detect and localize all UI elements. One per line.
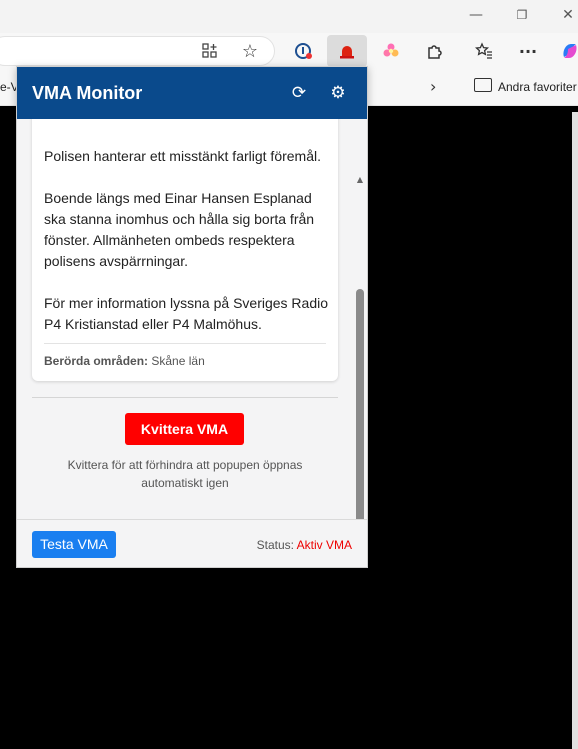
other-favorites-folder[interactable]: Andra favoriter [498,80,577,94]
extensions-puzzle-icon[interactable] [421,37,449,65]
scroll-up-arrow-icon[interactable]: ▲ [355,175,365,185]
copilot-icon[interactable] [556,37,578,65]
acknowledge-vma-button[interactable]: Kvittera VMA [125,413,244,445]
popup-header: VMA Monitor ⟳ ⚙ [17,67,367,119]
address-bar[interactable] [0,36,275,66]
folder-icon [474,78,492,92]
browser-titlebar: — ❐ ✕ [0,0,578,33]
close-icon[interactable]: ✕ [558,6,578,24]
test-vma-button[interactable]: Testa VMA [32,531,116,558]
minimize-icon[interactable]: — [466,6,486,24]
page-scrollbar[interactable] [572,112,578,749]
restore-icon[interactable]: ❐ [512,6,532,24]
message-paragraph: Polisen hanterar ett misstänkt farligt f… [44,148,322,164]
extension-flower-icon[interactable] [377,37,405,65]
favorites-icon[interactable] [470,37,498,65]
vma-popup: VMA Monitor ⟳ ⚙ Polisen hanterar ett mis… [16,66,368,568]
gear-icon[interactable]: ⚙ [326,81,350,105]
divider [32,397,338,398]
refresh-icon[interactable]: ⟳ [287,81,311,105]
popup-content: Polisen hanterar ett misstänkt farligt f… [17,119,367,519]
divider [44,343,326,344]
extension-shield-icon[interactable] [290,37,318,65]
vma-alarm-extension-icon[interactable] [327,35,367,67]
status-label: Status: [256,538,294,552]
message-paragraph: Boende längs med Einar Hansen Esplanad s… [44,190,315,269]
apps-icon[interactable] [196,37,224,65]
more-menu-icon[interactable]: ··· [514,37,542,65]
message-paragraph: För mer information lyssna på Sveriges R… [44,295,329,332]
popup-footer: Testa VMA Status: Aktiv VMA [17,519,367,567]
affected-areas: Berörda områden: Skåne län [44,354,205,368]
popup-scrollbar-thumb[interactable] [356,289,364,519]
chevron-right-icon[interactable]: › [430,77,436,96]
status-indicator: Status: Aktiv VMA [257,538,352,552]
affected-areas-label: Berörda områden: [44,354,149,368]
popup-title: VMA Monitor [32,83,143,103]
favorite-star-icon[interactable]: ☆ [236,37,264,65]
affected-areas-value: Skåne län [151,354,205,368]
status-value: Aktiv VMA [296,538,352,552]
acknowledge-hint: Kvittera för att förhindra att popupen ö… [67,458,303,490]
vma-message-card: Polisen hanterar ett misstänkt farligt f… [32,119,338,381]
